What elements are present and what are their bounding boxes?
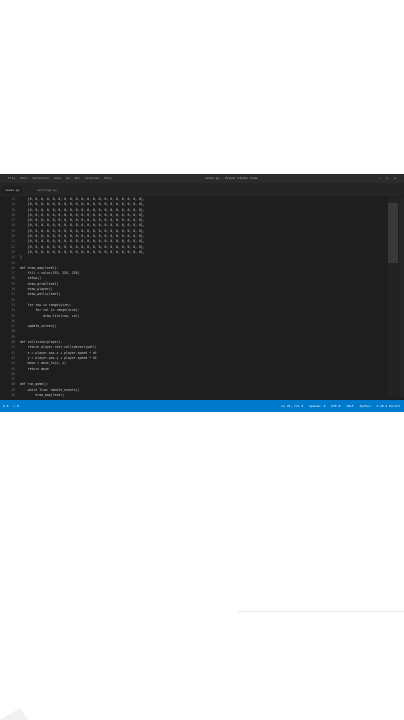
window-controls: — □ ✕	[379, 174, 396, 183]
tab-level[interactable]: level.py	[2, 186, 23, 194]
editor-tabs: level.py settings.py	[0, 183, 404, 196]
status-left: ⊗ 0 ⚠ 0	[3, 400, 19, 412]
code-text[interactable]: draw_map(level)	[20, 393, 64, 398]
status-errors[interactable]: ⊗ 0	[3, 400, 8, 412]
code-editor-window: File Edit Selection View Go Run Terminal…	[0, 174, 404, 412]
status-right: Ln 24, Col 2 Spaces: 4 UTF-8 CRLF Python…	[281, 400, 400, 412]
status-language[interactable]: Python	[360, 400, 371, 412]
status-warnings[interactable]: ⚠ 0	[13, 400, 18, 412]
minimize-button[interactable]: —	[379, 174, 381, 183]
menu-run[interactable]: Run	[75, 174, 80, 183]
corner-decoration	[0, 708, 28, 720]
menu-help[interactable]: Help	[104, 174, 111, 183]
menu-bar: File Edit Selection View Go Run Terminal…	[8, 174, 112, 183]
code-line[interactable]: 50 draw_map(level)	[0, 393, 380, 398]
menu-edit[interactable]: Edit	[20, 174, 27, 183]
tab-settings[interactable]: settings.py	[34, 186, 60, 194]
window-title: level.py - Visual Studio Code	[205, 176, 258, 180]
menu-file[interactable]: File	[8, 174, 15, 183]
status-indent[interactable]: Spaces: 4	[309, 400, 325, 412]
minimap[interactable]	[388, 197, 398, 397]
minimap-slider[interactable]	[388, 203, 398, 263]
line-number: 50	[11, 392, 15, 397]
maximize-button[interactable]: □	[386, 174, 388, 183]
title-bar: File Edit Selection View Go Run Terminal…	[0, 174, 404, 183]
close-button[interactable]: ✕	[394, 174, 396, 183]
menu-selection[interactable]: Selection	[32, 174, 48, 183]
code-area[interactable]: 13 [0, 0, 0, 0, 0, 0, 0, 0, 0, 0, 0, 0, …	[0, 197, 380, 400]
status-interpreter[interactable]: 3.10.4 64-bit	[377, 400, 400, 412]
divider	[238, 611, 404, 612]
status-encoding[interactable]: UTF-8	[331, 400, 340, 412]
status-bar: ⊗ 0 ⚠ 0 Ln 24, Col 2 Spaces: 4 UTF-8 CRL…	[0, 400, 404, 412]
status-eol[interactable]: CRLF	[346, 400, 353, 412]
menu-view[interactable]: View	[54, 174, 61, 183]
menu-terminal[interactable]: Terminal	[85, 174, 99, 183]
status-cursor[interactable]: Ln 24, Col 2	[281, 400, 303, 412]
vertical-scrollbar[interactable]	[399, 197, 404, 397]
menu-go[interactable]: Go	[66, 174, 70, 183]
